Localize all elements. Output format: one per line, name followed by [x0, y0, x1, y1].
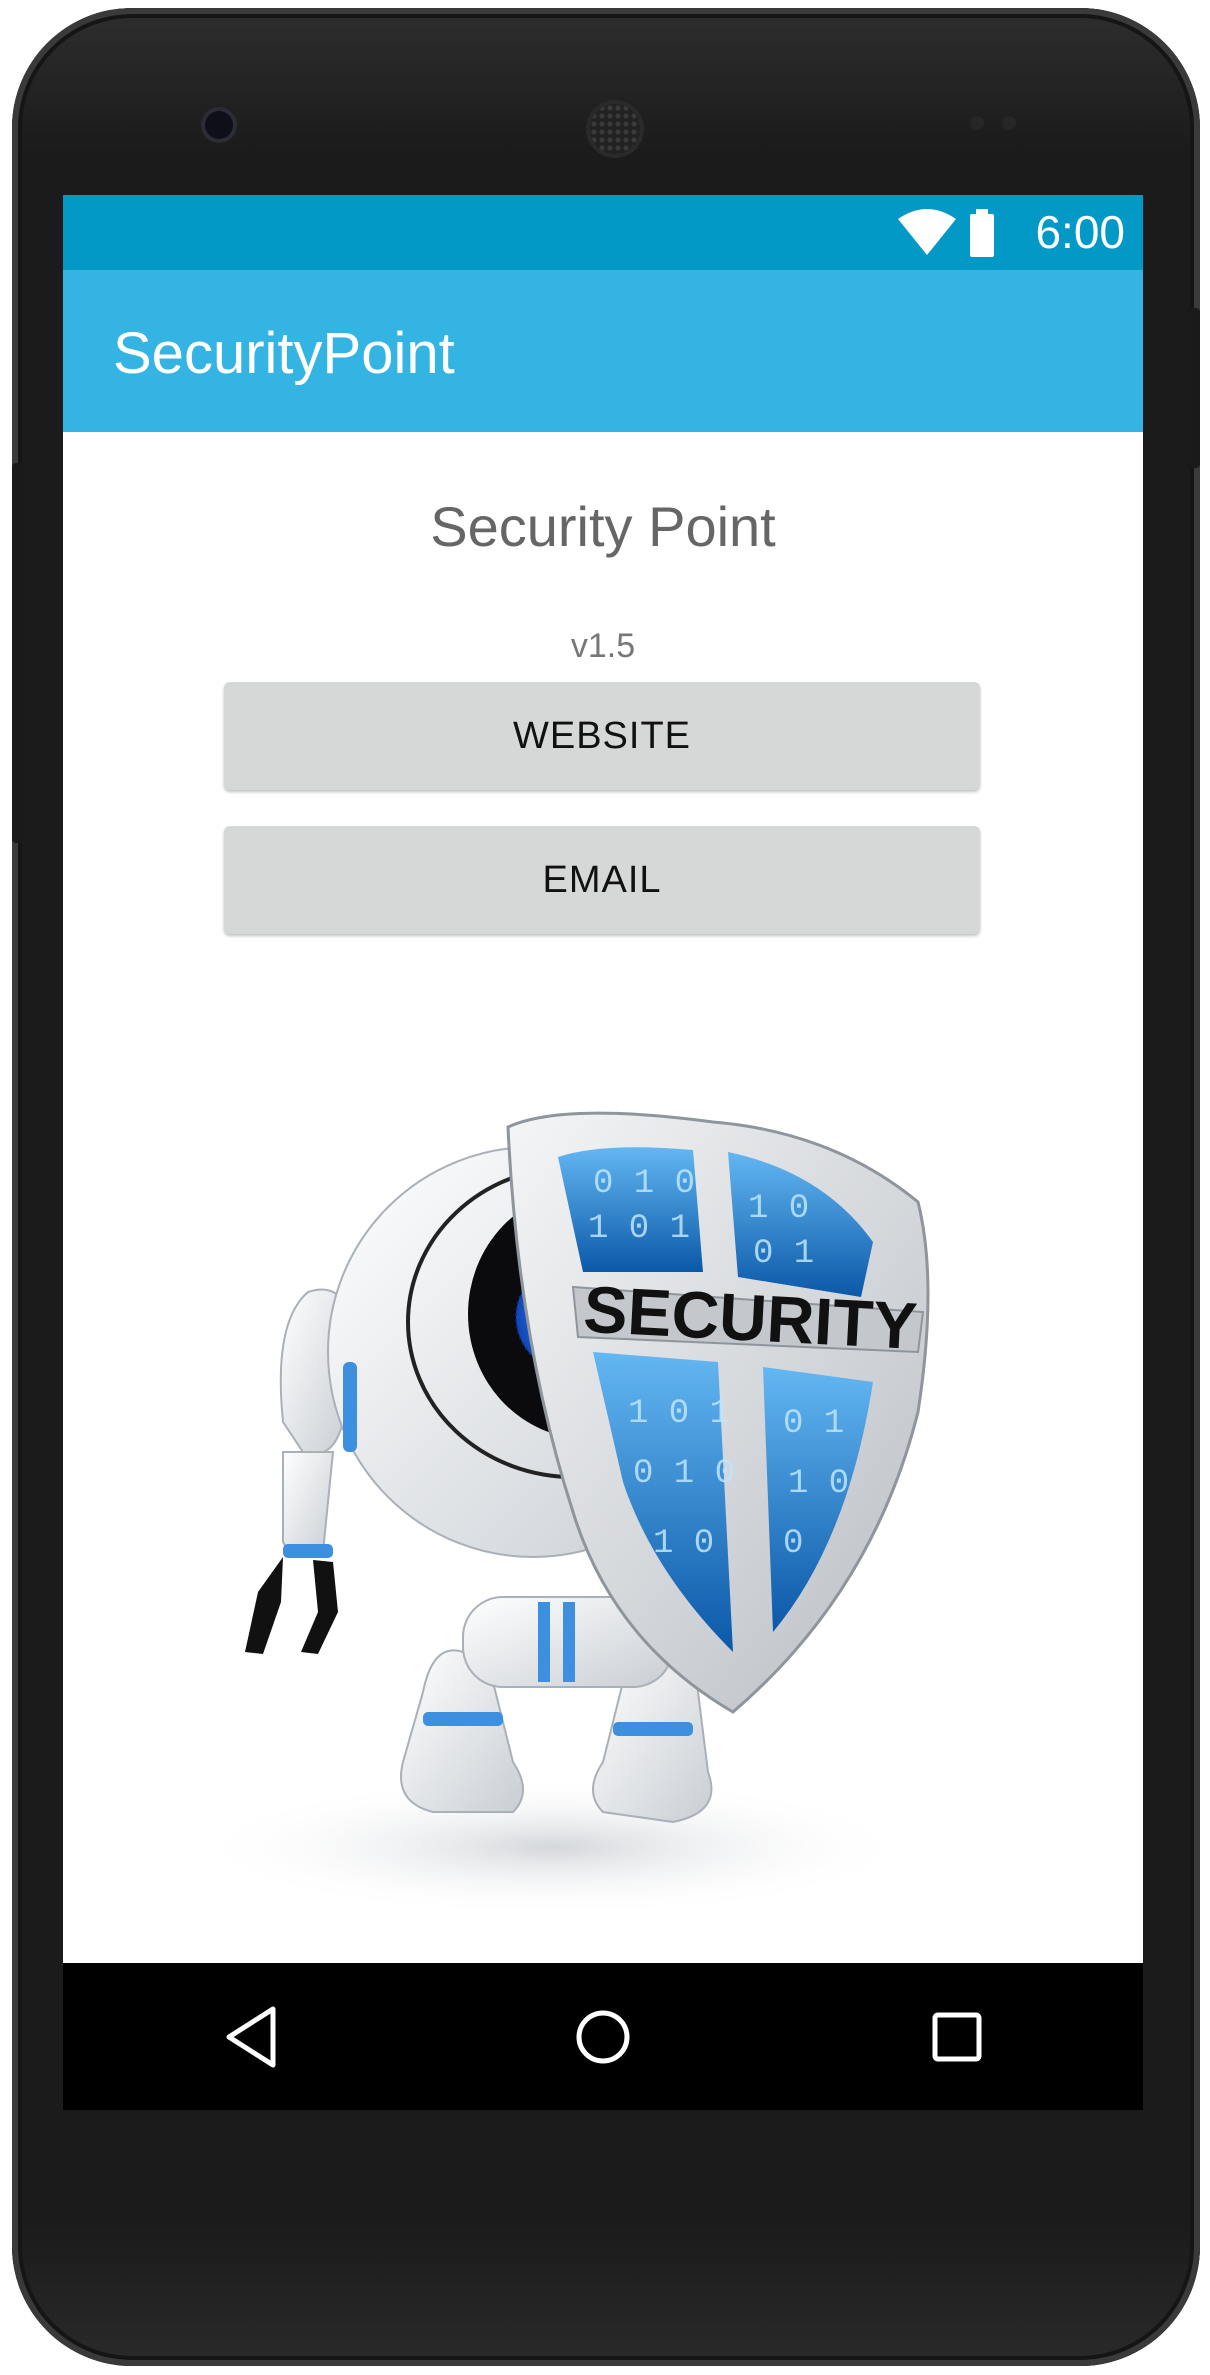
status-icons	[898, 209, 994, 257]
proximity-sensor	[970, 116, 984, 130]
app-bar: SecurityPoint	[63, 270, 1143, 432]
light-sensor	[1002, 116, 1016, 130]
back-icon[interactable]	[215, 2001, 287, 2073]
front-camera	[205, 111, 233, 139]
recent-apps-icon[interactable]	[921, 2001, 993, 2073]
svg-text:1 0: 1 0	[748, 1190, 809, 1228]
battery-icon	[970, 209, 994, 257]
power-button	[1186, 308, 1200, 468]
navigation-bar	[63, 1963, 1143, 2110]
svg-text:0: 0	[783, 1525, 803, 1563]
status-bar: 6:00	[63, 195, 1143, 270]
ground-shadow	[193, 1777, 913, 1917]
app-title: SecurityPoint	[113, 321, 455, 386]
home-icon[interactable]	[567, 2001, 639, 2073]
svg-text:1 0 1: 1 0 1	[628, 1395, 730, 1433]
website-button[interactable]: WEBSITE	[224, 682, 980, 790]
version-label: v1.5	[570, 627, 636, 665]
page-headline: Security Point	[430, 495, 776, 558]
main-content: Security Point v1.5 WEBSITE EMAIL 0 1 0 …	[63, 432, 1143, 2110]
status-time: 6:00	[1035, 206, 1125, 258]
svg-text:1 0 1: 1 0 1	[588, 1210, 690, 1248]
security-robot-illustration: 0 1 0 1 0 1 1 0 0 1 1 0 1 0 1 0 1 0 0 1 …	[193, 1111, 930, 1917]
svg-text:1 0: 1 0	[788, 1465, 849, 1503]
phone-screen: 6:00 SecurityPoint Security Point v1.5 W…	[63, 195, 1143, 2110]
volume-button	[12, 463, 26, 843]
earpiece-speaker	[590, 104, 640, 154]
svg-text:0 1: 0 1	[753, 1235, 814, 1273]
wifi-icon	[898, 209, 956, 255]
svg-text:1 0: 1 0	[653, 1525, 714, 1563]
svg-text:0 1 0: 0 1 0	[593, 1165, 695, 1203]
svg-text:0 1: 0 1	[783, 1405, 844, 1443]
svg-text:0 1 0: 0 1 0	[633, 1455, 735, 1493]
email-button[interactable]: EMAIL	[224, 826, 980, 934]
